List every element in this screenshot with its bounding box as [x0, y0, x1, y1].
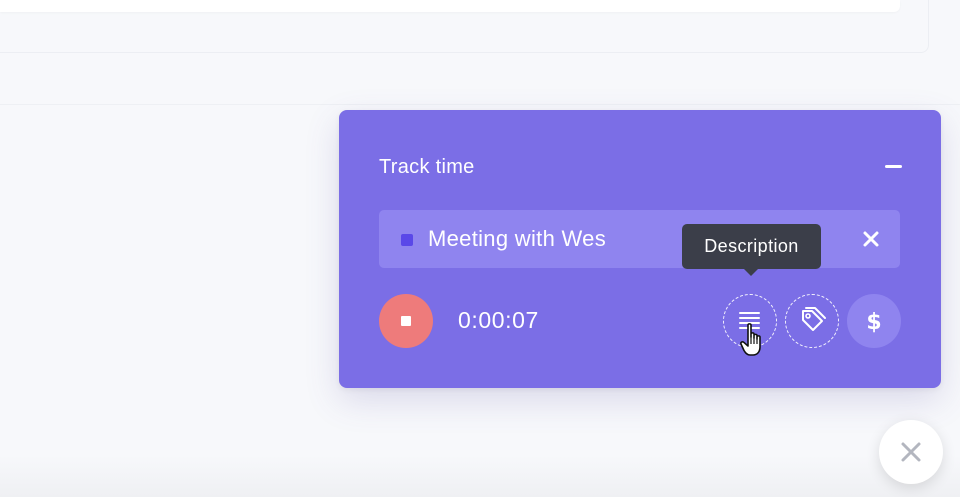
stop-timer-button[interactable] — [379, 294, 433, 348]
task-selector[interactable]: Meeting with Wes — [379, 210, 900, 268]
tag-icon — [802, 307, 826, 331]
close-icon[interactable] — [861, 229, 881, 249]
billable-button[interactable]: $ — [847, 294, 901, 348]
task-name: Meeting with Wes — [428, 226, 607, 251]
description-tooltip: Description — [682, 224, 821, 269]
tags-button[interactable] — [785, 294, 839, 348]
stop-icon — [401, 316, 411, 326]
minus-icon[interactable] — [885, 165, 902, 168]
time-tracker-card: Track time Meeting with Wes 0:00:07 $ De… — [339, 110, 941, 388]
timer-display: 0:00:07 — [458, 307, 539, 333]
background-card — [0, 0, 900, 12]
close-icon — [901, 442, 921, 462]
svg-text:$: $ — [866, 310, 881, 335]
close-tracker-button[interactable] — [879, 420, 943, 484]
page: Track time Meeting with Wes 0:00:07 $ De… — [0, 0, 960, 497]
background-divider — [0, 104, 960, 105]
tooltip-arrow — [743, 268, 759, 276]
tracker-title: Track time — [379, 156, 475, 178]
background-footer — [0, 455, 960, 497]
task-color-indicator — [401, 234, 413, 246]
hand-pointer-icon — [740, 323, 761, 356]
dollar-icon: $ — [866, 310, 881, 335]
